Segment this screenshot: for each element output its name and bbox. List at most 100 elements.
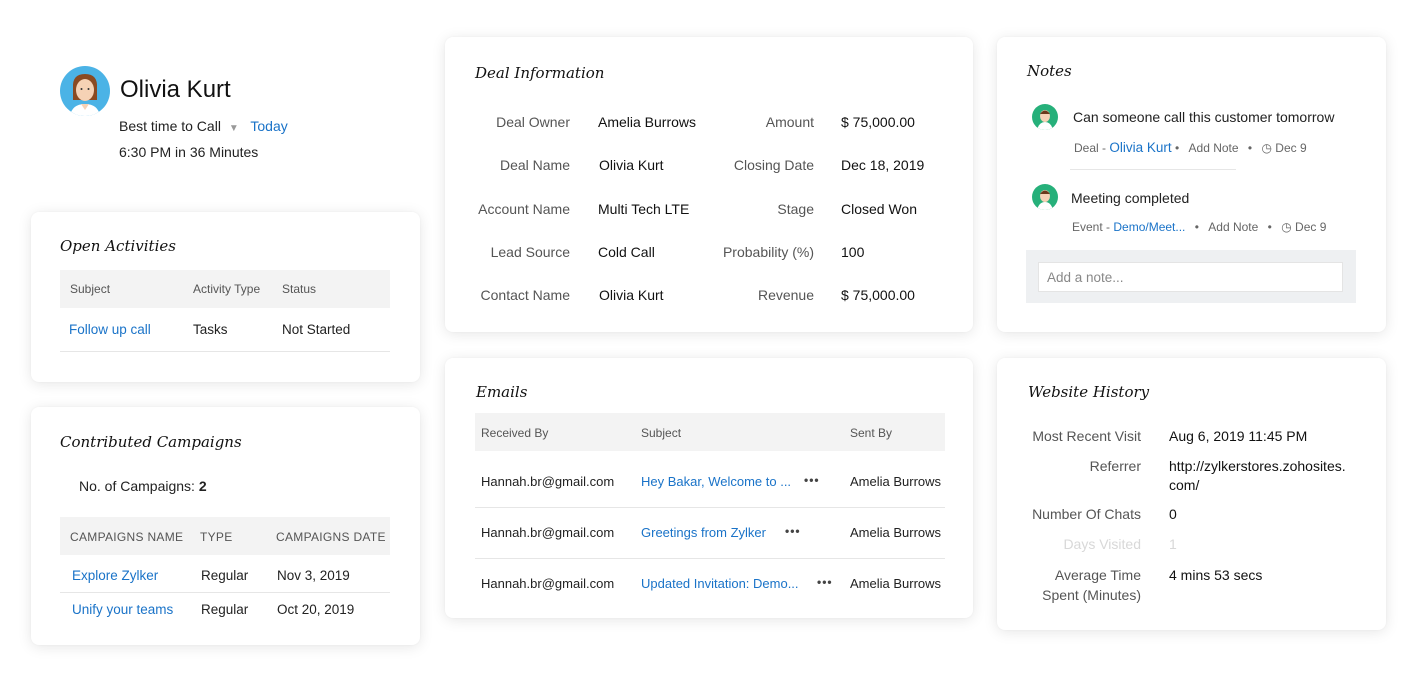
note-date: Dec 9 xyxy=(1295,220,1327,234)
campaign-date: Oct 20, 2019 xyxy=(277,602,355,617)
campaigns-count-row: No. of Campaigns: 2 xyxy=(79,478,207,494)
notes-title: Notes xyxy=(1027,62,1072,80)
col-campaigns-name: CAMPAIGNS NAME xyxy=(70,530,184,544)
lead-source-value: Cold Call xyxy=(598,244,655,260)
more-options-icon[interactable]: ••• xyxy=(817,575,833,589)
clock-icon: ◷ xyxy=(1261,141,1272,155)
note-kind: Event - xyxy=(1072,220,1111,234)
emails-title: Emails xyxy=(476,383,528,401)
col-activity-type: Activity Type xyxy=(193,282,261,296)
days-visited-label: Days Visited xyxy=(1063,536,1141,552)
best-time-value[interactable]: Today xyxy=(250,118,287,134)
divider xyxy=(60,592,390,593)
campaigns-count-value: 2 xyxy=(198,478,207,494)
email-sent-by: Amelia Burrows xyxy=(850,525,942,540)
email-subject-link[interactable]: Hey Bakar, Welcome to ... xyxy=(641,474,791,489)
col-campaigns-date: CAMPAIGNS DATE xyxy=(276,530,386,544)
email-received-by: Hannah.br@gmail.com xyxy=(481,525,615,540)
campaigns-title: Contributed Campaigns xyxy=(60,433,242,451)
col-type: TYPE xyxy=(200,530,233,544)
add-note-link[interactable]: Add Note xyxy=(1189,141,1239,155)
note-author-avatar xyxy=(1032,184,1058,210)
chats-label: Number Of Chats xyxy=(1032,506,1141,522)
amount-value: $ 75,000.00 xyxy=(841,114,915,130)
amount-label: Amount xyxy=(765,114,814,130)
note-kind: Deal - xyxy=(1074,141,1107,155)
stage-value: Closed Won xyxy=(841,201,918,217)
campaign-date: Nov 3, 2019 xyxy=(277,568,350,583)
email-sent-by: Amelia Burrows xyxy=(850,474,942,489)
note-ref-link[interactable]: Olivia Kurt xyxy=(1109,140,1171,155)
add-note-link[interactable]: Add Note xyxy=(1208,220,1258,234)
chats-value: 0 xyxy=(1169,506,1177,522)
account-name-link[interactable]: Multi Tech LTE xyxy=(598,201,689,217)
email-received-by: Hannah.br@gmail.com xyxy=(481,576,615,591)
deal-name-label: Deal Name xyxy=(499,157,570,173)
email-subject-link[interactable]: Greetings from Zylker xyxy=(641,525,766,540)
avatar xyxy=(60,66,110,116)
recent-visit-value: Aug 6, 2019 11:45 PM xyxy=(1169,428,1308,444)
days-visited-value: 1 xyxy=(1169,536,1177,552)
referrer-link[interactable]: http://zylkerstores.zohosites. xyxy=(1169,458,1346,474)
avg-time-label-cont: Spent (Minutes) xyxy=(1042,587,1141,603)
open-activities-title: Open Activities xyxy=(60,237,176,255)
note-text: Meeting completed xyxy=(1071,190,1190,206)
note-ref-link[interactable]: Demo/Meet... xyxy=(1113,220,1185,234)
email-sent-by: Amelia Burrows xyxy=(850,576,942,591)
divider xyxy=(60,351,390,352)
referrer-link-cont[interactable]: com/ xyxy=(1169,477,1199,493)
col-status: Status xyxy=(282,282,317,296)
deal-name-value: Olivia Kurt xyxy=(599,157,664,173)
note-date: Dec 9 xyxy=(1275,141,1307,155)
campaign-type: Regular xyxy=(201,568,249,583)
recent-visit-label: Most Recent Visit xyxy=(1032,428,1141,444)
probability-label: Probability (%) xyxy=(722,244,814,260)
account-name-label: Account Name xyxy=(478,201,570,217)
note-meta: Event - Demo/Meet... • Add Note • ◷ Dec … xyxy=(1072,220,1327,234)
col-received-by: Received By xyxy=(481,426,549,440)
clock-icon: ◷ xyxy=(1281,220,1292,234)
more-options-icon[interactable]: ••• xyxy=(804,473,820,487)
col-subject: Subject xyxy=(641,426,682,440)
closing-date-label: Closing Date xyxy=(733,157,814,173)
probability-value: 100 xyxy=(841,244,865,260)
add-note-input[interactable]: Add a note... xyxy=(1038,262,1343,292)
activity-subject-link[interactable]: Follow up call xyxy=(69,322,151,337)
website-history-title: Website History xyxy=(1028,383,1150,401)
deal-owner-value: Amelia Burrows xyxy=(598,114,697,130)
note-author-avatar xyxy=(1032,104,1058,130)
col-subject: Subject xyxy=(70,282,111,296)
activity-type: Tasks xyxy=(193,322,228,337)
campaign-name-link[interactable]: Explore Zylker xyxy=(72,568,158,583)
campaigns-count-label: No. of Campaigns: xyxy=(79,478,195,494)
best-time-label: Best time to Call xyxy=(119,118,221,134)
avg-time-value: 4 mins 53 secs xyxy=(1169,567,1263,583)
email-subject-link[interactable]: Updated Invitation: Demo... xyxy=(641,576,799,591)
deal-information-title: Deal Information xyxy=(475,64,605,82)
revenue-label: Revenue xyxy=(757,287,814,303)
best-time-row: Best time to Call ▼ Today xyxy=(119,118,288,134)
deal-owner-label: Deal Owner xyxy=(496,114,570,130)
note-text: Can someone call this customer tomorrow xyxy=(1073,109,1335,125)
avg-time-label: Average Time xyxy=(1054,567,1141,583)
col-sent-by: Sent By xyxy=(850,426,893,440)
stage-label: Stage xyxy=(777,201,814,217)
contact-name-link[interactable]: Olivia Kurt xyxy=(599,287,664,303)
activity-status: Not Started xyxy=(282,322,351,337)
campaign-type: Regular xyxy=(201,602,249,617)
time-info: 6:30 PM in 36 Minutes xyxy=(119,144,259,160)
closing-date-value: Dec 18, 2019 xyxy=(841,157,925,173)
campaign-name-link[interactable]: Unify your teams xyxy=(72,602,173,617)
revenue-value: $ 75,000.00 xyxy=(841,287,915,303)
contact-name: Olivia Kurt xyxy=(120,76,231,103)
lead-source-label: Lead Source xyxy=(490,244,570,260)
referrer-label: Referrer xyxy=(1089,458,1141,474)
divider xyxy=(475,507,945,508)
note-meta: Deal - Olivia Kurt • Add Note • ◷ Dec 9 xyxy=(1074,140,1307,155)
more-options-icon[interactable]: ••• xyxy=(785,524,801,538)
divider xyxy=(1070,169,1236,170)
contact-name-label: Contact Name xyxy=(480,287,570,303)
email-received-by: Hannah.br@gmail.com xyxy=(481,474,615,489)
divider xyxy=(475,558,945,559)
chevron-down-icon[interactable]: ▼ xyxy=(229,123,239,134)
